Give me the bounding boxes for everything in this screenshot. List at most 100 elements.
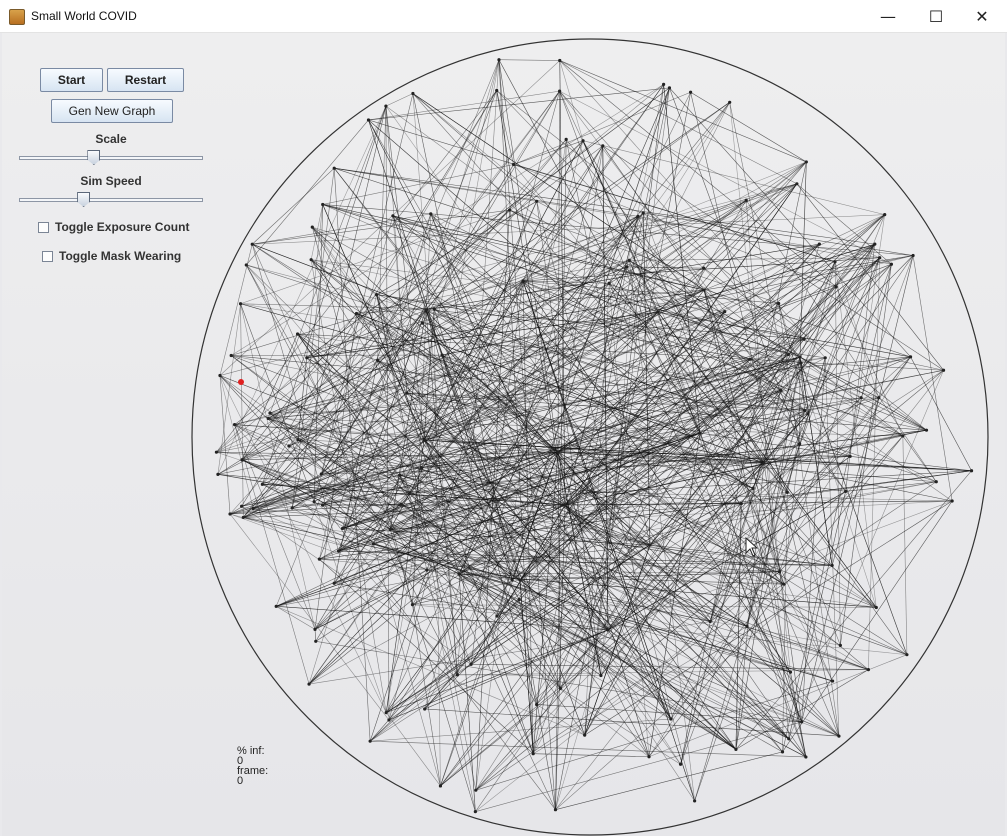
graph-node	[336, 549, 341, 553]
graph-node	[429, 212, 433, 216]
graph-node	[647, 755, 651, 759]
graph-edge	[425, 309, 672, 720]
gen-new-graph-button[interactable]: Gen New Graph	[51, 99, 173, 123]
checkbox-box[interactable]	[38, 221, 49, 233]
graph-node	[667, 86, 672, 90]
graph-node	[317, 557, 321, 561]
toggle-exposure-count-checkbox[interactable]: Toggle Exposure Count	[38, 220, 189, 234]
graph-node	[371, 542, 375, 546]
scale-label: Scale	[95, 132, 127, 146]
graph-node	[268, 411, 272, 415]
graph-node	[312, 500, 316, 504]
sim-speed-slider-thumb[interactable]	[77, 192, 91, 207]
graph-node	[474, 788, 478, 792]
graph-edge	[276, 606, 316, 630]
scale-slider-thumb[interactable]	[87, 150, 101, 165]
scale-slider[interactable]	[19, 150, 203, 168]
restart-button[interactable]: Restart	[107, 68, 184, 92]
graph-edge	[536, 704, 585, 736]
scale-slider-track[interactable]	[19, 156, 203, 160]
graph-node	[866, 667, 870, 672]
graph-node	[553, 808, 558, 812]
graph-node	[214, 450, 219, 454]
graph-node	[218, 373, 222, 378]
graph-node	[240, 458, 244, 462]
graph-node	[728, 100, 732, 104]
graph-edge	[902, 435, 937, 482]
graph-node	[908, 355, 913, 359]
graph-edge	[243, 517, 521, 581]
graph-node	[874, 605, 878, 610]
graph-node	[739, 501, 743, 506]
toggle-mask-wearing-checkbox[interactable]: Toggle Mask Wearing	[42, 249, 181, 263]
graph-node	[788, 670, 793, 674]
graph-node	[889, 262, 894, 266]
graph-edge	[745, 200, 937, 482]
graph-edge	[559, 60, 807, 163]
graph-node	[581, 139, 585, 143]
graph-node	[310, 225, 314, 229]
graph-node	[340, 526, 345, 531]
graph-node	[368, 739, 372, 743]
graph-node	[274, 604, 278, 608]
graph-node	[777, 570, 782, 574]
graph-node	[678, 762, 683, 766]
graph-node	[260, 482, 264, 486]
graph-edge	[240, 303, 244, 518]
graph-node	[833, 260, 837, 264]
graph-node	[834, 285, 838, 289]
graph-node	[787, 737, 791, 741]
graph-node	[438, 784, 443, 788]
graph-node	[455, 673, 459, 677]
graph-node	[307, 682, 311, 686]
sim-speed-slider[interactable]	[19, 192, 203, 210]
graph-node	[779, 388, 783, 392]
graph-node	[495, 88, 499, 93]
graph-canvas[interactable]	[0, 0, 1007, 836]
checkbox-box[interactable]	[42, 250, 53, 262]
graph-edge	[217, 303, 241, 475]
graph-node	[734, 747, 738, 751]
graph-node	[780, 750, 785, 754]
graph-node	[744, 198, 748, 202]
graph-edge	[910, 356, 972, 471]
graph-edge	[690, 92, 807, 163]
graph-node	[883, 213, 887, 217]
graph-edge	[240, 303, 316, 630]
start-button[interactable]: Start	[40, 68, 103, 92]
graph-node	[250, 242, 254, 246]
graph-node	[384, 104, 388, 108]
graph-edge	[559, 90, 892, 265]
graph-node	[507, 208, 512, 212]
graph-edge	[368, 90, 560, 121]
graph-node	[531, 752, 535, 756]
graph-node	[689, 90, 693, 94]
graph-node	[817, 242, 821, 246]
graph-node	[636, 214, 640, 218]
graph-node	[511, 162, 516, 167]
graph-node	[901, 434, 905, 438]
graph-node	[693, 799, 697, 803]
graph-edge	[241, 140, 584, 460]
graph-node	[583, 733, 587, 737]
graph-edge	[385, 93, 414, 107]
graph-node	[838, 643, 842, 647]
graph-node	[905, 653, 909, 657]
graph-node	[535, 702, 539, 707]
graph-node	[830, 563, 834, 568]
graph-edge	[555, 751, 783, 810]
graph-edge	[912, 255, 953, 502]
graph-edge	[314, 629, 317, 642]
graph-node	[495, 614, 499, 618]
graph-node	[410, 603, 415, 607]
graph-edge	[241, 459, 748, 627]
graph-node	[806, 412, 810, 416]
graph-node	[387, 718, 391, 722]
graph-node	[878, 256, 882, 260]
sim-speed-slider-track[interactable]	[19, 198, 203, 202]
graph-node	[422, 438, 426, 442]
graph-node	[848, 454, 852, 458]
stats-readout: % inf: 0 frame: 0	[237, 746, 268, 787]
graph-edge	[834, 261, 841, 646]
graph-node	[798, 355, 802, 359]
